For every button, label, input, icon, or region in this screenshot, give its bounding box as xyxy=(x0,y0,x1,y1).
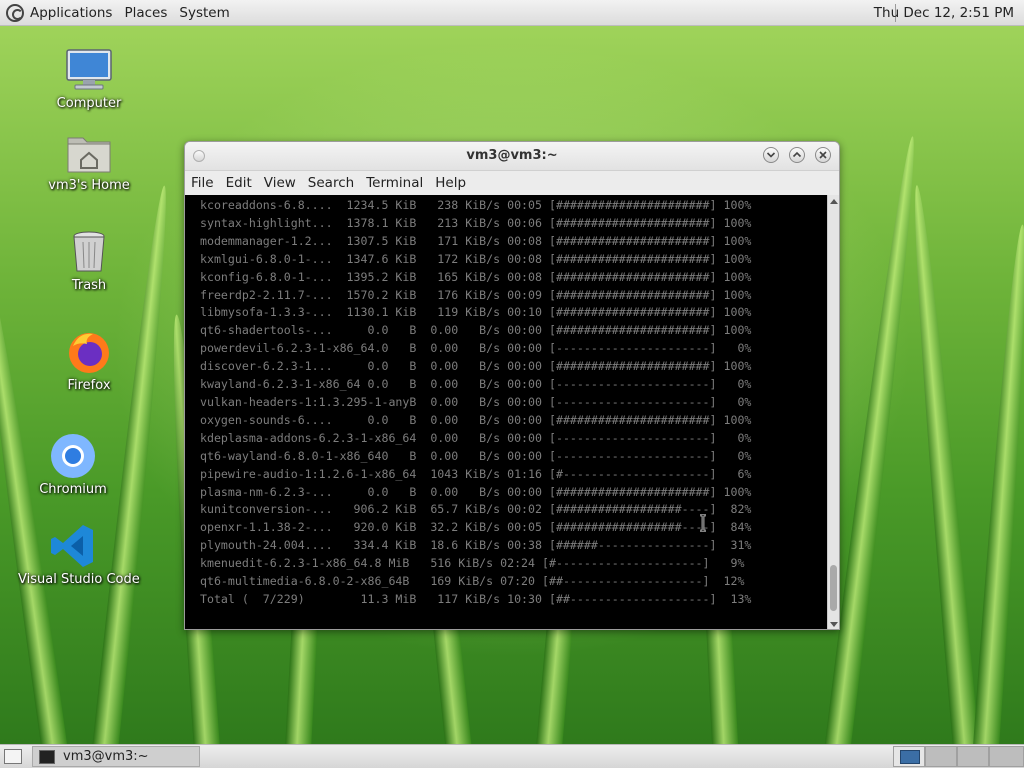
menu-edit[interactable]: Edit xyxy=(222,175,256,191)
terminal-line: kwayland-6.2.3-1-x86_64 0.0 B 0.00 B/s 0… xyxy=(193,377,752,392)
scroll-up-arrow-icon[interactable] xyxy=(830,199,838,204)
workspace-1[interactable] xyxy=(893,746,925,767)
desktop-icon-vscode[interactable]: Visual Studio Code xyxy=(18,522,140,587)
terminal-line: plasma-nm-6.2.3-... 0.0 B 0.00 B/s 00:00… xyxy=(193,484,752,499)
terminal-line: freerdp2-2.11.7-... 1570.2 KiB 176 KiB/s… xyxy=(193,287,752,302)
terminal-menubar: File Edit View Search Terminal Help xyxy=(185,171,839,195)
firefox-icon xyxy=(65,328,113,376)
close-icon xyxy=(819,151,827,159)
menu-view[interactable]: View xyxy=(260,175,300,191)
taskbar-window-button[interactable]: vm3@vm3:~ xyxy=(32,746,200,767)
scroll-down-arrow-icon[interactable] xyxy=(830,622,838,627)
distro-logo-icon[interactable] xyxy=(6,3,24,22)
workspace-2[interactable] xyxy=(925,746,957,767)
menu-search[interactable]: Search xyxy=(304,175,358,191)
terminal-line: kconfig-6.8.0-1-... 1395.2 KiB 165 KiB/s… xyxy=(193,269,752,284)
terminal-line: Total ( 7/229) 11.3 MiB 117 KiB/s 10:30 … xyxy=(193,591,752,606)
desktop-icon-label: vm3's Home xyxy=(48,178,130,193)
vscode-icon xyxy=(49,522,97,570)
terminal-icon xyxy=(39,749,55,764)
menu-system[interactable]: System xyxy=(173,5,235,21)
terminal-line: plymouth-24.004.... 334.4 KiB 18.6 KiB/s… xyxy=(193,538,752,553)
desktop-icon-trash[interactable]: Trash xyxy=(34,228,144,293)
terminal-line: discover-6.2.3-1... 0.0 B 0.00 B/s 00:00… xyxy=(193,359,752,374)
terminal-line: kmenuedit-6.2.3-1-x86_64.8 MiB 516 KiB/s… xyxy=(193,556,745,571)
text-cursor-icon xyxy=(700,514,706,532)
close-button[interactable] xyxy=(815,147,831,163)
desktop-icon-label: Firefox xyxy=(67,378,111,393)
desktop-icon-home[interactable]: vm3's Home xyxy=(34,128,144,193)
terminal-line: oxygen-sounds-6.... 0.0 B 0.00 B/s 00:00… xyxy=(193,412,752,427)
minimize-button[interactable] xyxy=(763,147,779,163)
scrollbar-thumb[interactable] xyxy=(830,565,837,611)
terminal-line: powerdevil-6.2.3-1-x86_64.0 B 0.00 B/s 0… xyxy=(193,341,752,356)
home-folder-icon xyxy=(65,128,113,176)
menu-applications[interactable]: Applications xyxy=(24,5,118,21)
workspace-3[interactable] xyxy=(957,746,989,767)
desktop-icon-computer[interactable]: Computer xyxy=(34,46,144,111)
chevron-down-icon xyxy=(766,152,776,158)
menu-places[interactable]: Places xyxy=(118,5,173,21)
terminal-line: vulkan-headers-1:1.3.295-1-anyB 0.00 B/s… xyxy=(193,394,752,409)
terminal-window[interactable]: vm3@vm3:~ File Edit View Search Terminal… xyxy=(184,141,840,630)
terminal-line: kxmlgui-6.8.0-1-... 1347.6 KiB 172 KiB/s… xyxy=(193,251,752,266)
terminal-line: libmysofa-1.3.3-... 1130.1 KiB 119 KiB/s… xyxy=(193,305,752,320)
terminal-line: qt6-multimedia-6.8.0-2-x86_64B 169 KiB/s… xyxy=(193,574,745,589)
terminal-line: openxr-1.1.38-2-... 920.0 KiB 32.2 KiB/s… xyxy=(193,520,752,535)
terminal-line: syntax-highlight... 1378.1 KiB 213 KiB/s… xyxy=(193,215,752,230)
maximize-button[interactable] xyxy=(789,147,805,163)
computer-icon xyxy=(65,46,113,94)
chevron-up-icon xyxy=(792,151,802,158)
menu-terminal[interactable]: Terminal xyxy=(362,175,427,191)
desktop-icon-label: Computer xyxy=(56,96,122,111)
window-title: vm3@vm3:~ xyxy=(466,148,558,163)
desktop-icon-firefox[interactable]: Firefox xyxy=(34,328,144,393)
terminal-line: kcoreaddons-6.8.... 1234.5 KiB 238 KiB/s… xyxy=(193,198,752,212)
window-titlebar[interactable]: vm3@vm3:~ xyxy=(185,142,839,171)
terminal-line: kdeplasma-addons-6.2.3-1-x86_64 0.00 B/s… xyxy=(193,430,752,445)
desktop-icon-label: Visual Studio Code xyxy=(18,572,140,587)
terminal-line: qt6-wayland-6.8.0-1-x86_640 B 0.00 B/s 0… xyxy=(193,448,752,463)
terminal-text: kcoreaddons-6.8.... 1234.5 KiB 238 KiB/s… xyxy=(193,197,827,609)
terminal-output[interactable]: kcoreaddons-6.8.... 1234.5 KiB 238 KiB/s… xyxy=(185,195,827,629)
desktop-icon-label: Trash xyxy=(71,278,107,293)
chromium-icon xyxy=(49,432,97,480)
menu-file[interactable]: File xyxy=(187,175,218,191)
bottom-panel: vm3@vm3:~ xyxy=(0,744,1024,768)
desktop-icon-chromium[interactable]: Chromium xyxy=(18,432,128,497)
workspace-4[interactable] xyxy=(989,746,1024,767)
desktop-icon-label: Chromium xyxy=(39,482,107,497)
grass-blade xyxy=(903,184,983,744)
show-desktop-icon[interactable] xyxy=(4,749,22,764)
terminal-line: qt6-shadertools-... 0.0 B 0.00 B/s 00:00… xyxy=(193,323,752,338)
clock[interactable]: Thu Dec 12, 2:51 PM xyxy=(874,5,1014,21)
terminal-line: modemmanager-1.2... 1307.5 KiB 171 KiB/s… xyxy=(193,233,752,248)
menu-help[interactable]: Help xyxy=(431,175,470,191)
top-panel: Applications Places System Thu Dec 12, 2… xyxy=(0,0,1024,26)
trash-icon xyxy=(65,228,113,276)
grass-blade xyxy=(970,223,1024,744)
terminal-scrollbar[interactable] xyxy=(827,195,839,629)
taskbar-window-label: vm3@vm3:~ xyxy=(63,749,149,764)
terminal-line: pipewire-audio-1:1.2.6-1-x86_64 1043 KiB… xyxy=(193,466,752,481)
terminal-line: kunitconversion-... 906.2 KiB 65.7 KiB/s… xyxy=(193,502,752,517)
